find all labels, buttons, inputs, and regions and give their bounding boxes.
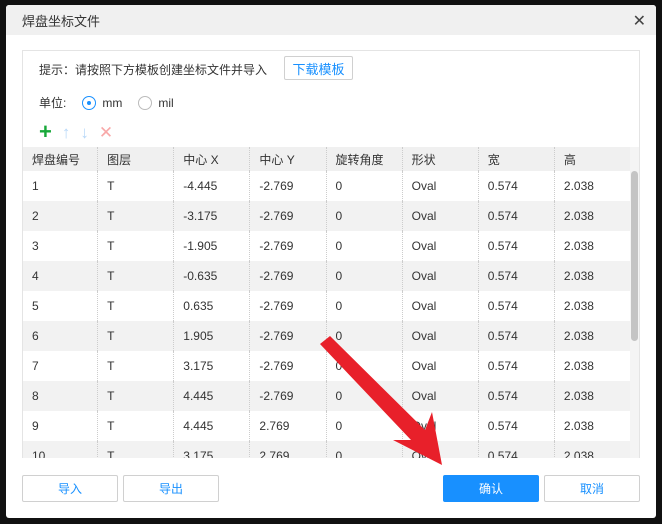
red-arrow-annotation [320, 336, 442, 465]
